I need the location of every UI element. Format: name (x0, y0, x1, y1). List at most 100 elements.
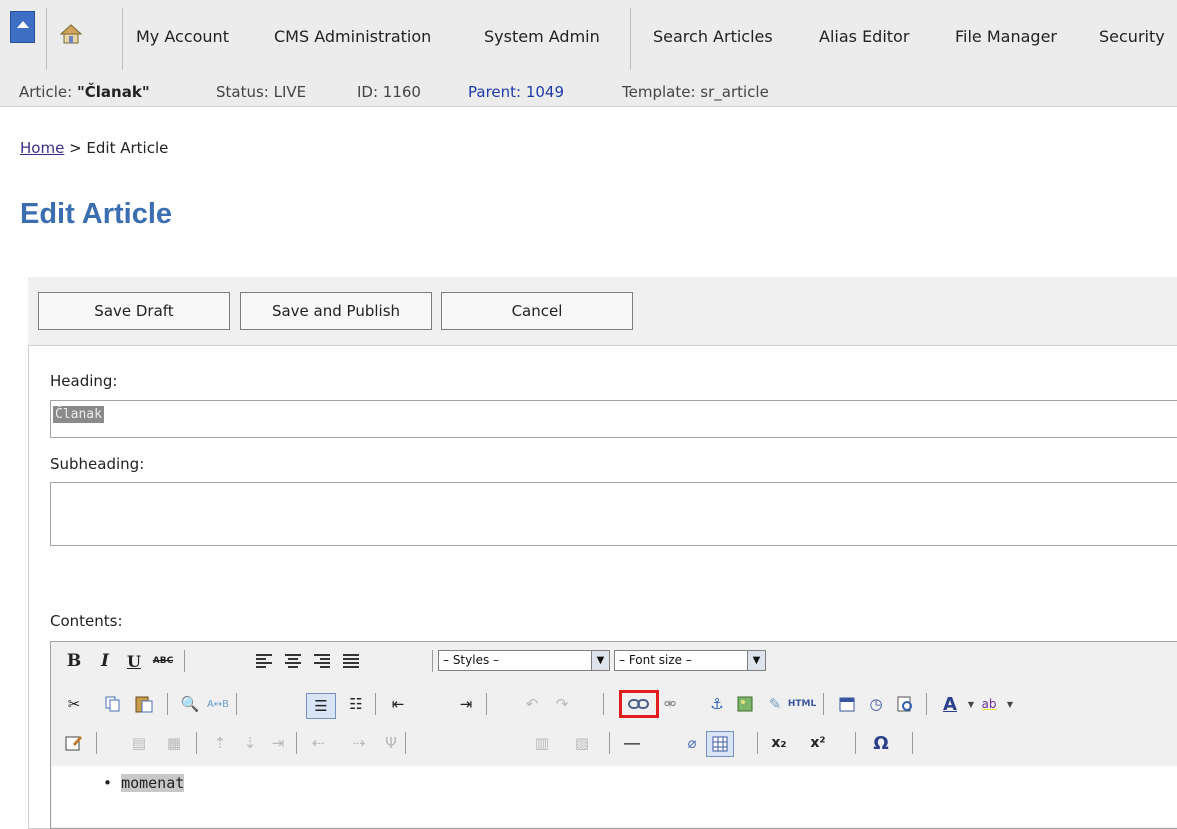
align-justify-icon[interactable] (341, 651, 361, 671)
toolbar-separator (96, 732, 97, 754)
toolbar-separator (296, 732, 297, 754)
col-before-icon[interactable]: ⇠ (308, 733, 328, 753)
styles-select-value: – Styles – (443, 653, 500, 667)
cleanup-icon[interactable]: ✎ (765, 694, 785, 714)
insert-date-icon[interactable] (837, 694, 857, 714)
breadcrumb: Home > Edit Article (20, 139, 168, 157)
insert-image-icon[interactable] (735, 694, 755, 714)
horizontal-rule-icon[interactable]: — (622, 733, 642, 754)
nav-security[interactable]: Security (1099, 27, 1165, 46)
align-center-icon[interactable] (283, 651, 303, 671)
insert-time-icon[interactable]: ◷ (866, 694, 886, 714)
edit-properties-icon[interactable] (64, 733, 84, 753)
split-cells-icon[interactable]: ▧ (572, 733, 592, 753)
cut-icon[interactable]: ✂ (64, 694, 84, 714)
toolbar-separator (375, 693, 376, 715)
nav-divider (630, 8, 631, 70)
outdent-icon[interactable]: ⇤ (388, 694, 408, 714)
anchor-icon[interactable]: ⚓ (707, 694, 727, 714)
numbered-list-icon[interactable]: ☷ (346, 694, 366, 714)
italic-icon[interactable]: I (95, 651, 115, 671)
parent-link[interactable]: Parent: 1049 (468, 83, 564, 101)
chevron-down-icon: ▼ (747, 651, 765, 670)
insert-row-icon[interactable]: ▤ (129, 733, 149, 753)
delete-row-icon[interactable]: ⇥ (268, 733, 288, 753)
collapse-toggle[interactable] (10, 11, 35, 43)
nav-search-articles[interactable]: Search Articles (653, 27, 773, 46)
toolbar-separator (609, 732, 610, 754)
undo-icon[interactable]: ↶ (522, 694, 542, 714)
font-size-select-value: – Font size – (619, 653, 692, 667)
unlink-icon[interactable]: ⚮ (660, 694, 680, 714)
subscript-icon[interactable]: x₂ (769, 733, 789, 753)
align-right-icon[interactable] (312, 651, 332, 671)
save-draft-button[interactable]: Save Draft (38, 292, 230, 330)
nav-file-manager[interactable]: File Manager (955, 27, 1057, 46)
strikethrough-icon[interactable]: ABC (153, 651, 173, 671)
nav-divider (46, 8, 47, 70)
bold-icon[interactable]: B (64, 651, 84, 671)
template-info: Template: sr_article (622, 83, 769, 101)
toolbar-separator (184, 650, 185, 672)
delete-col-icon[interactable]: Ψ (381, 733, 401, 753)
chevron-down-icon[interactable]: ▼ (1000, 694, 1020, 714)
bullet-list-icon[interactable]: ☰ (306, 693, 336, 719)
arrow-up-icon (17, 21, 29, 28)
remove-format-icon[interactable]: ⌀ (682, 733, 702, 753)
html-source-icon[interactable]: HTML (788, 694, 816, 714)
merge-cells-icon[interactable]: ▥ (532, 733, 552, 753)
breadcrumb-home-link[interactable]: Home (20, 139, 64, 157)
toolbar-separator (196, 732, 197, 754)
status-info: Status: LIVE (216, 83, 307, 101)
chevron-down-icon[interactable]: ▼ (961, 694, 981, 714)
visual-aid-icon[interactable] (706, 731, 734, 757)
toolbar-separator (855, 732, 856, 754)
find-icon[interactable]: 🔍 (180, 694, 200, 714)
article-info-bar (0, 76, 1177, 107)
toolbar-separator (432, 650, 433, 672)
align-left-icon[interactable] (254, 651, 274, 671)
cancel-button[interactable]: Cancel (441, 292, 633, 330)
toolbar-separator (823, 693, 824, 715)
col-after-icon[interactable]: ⇢ (349, 733, 369, 753)
nav-divider (122, 8, 123, 70)
subheading-input[interactable] (50, 482, 1177, 546)
save-and-publish-button[interactable]: Save and Publish (240, 292, 432, 330)
list-item-text: momenat (121, 774, 185, 792)
table-props-icon[interactable]: ▦ (164, 733, 184, 753)
row-before-icon[interactable]: ⇡ (210, 733, 230, 753)
toolbar-separator (167, 693, 168, 715)
preview-icon[interactable] (895, 694, 915, 714)
article-label: Article: (19, 83, 77, 101)
special-char-icon[interactable]: Ω (871, 733, 891, 754)
redo-icon[interactable]: ↷ (552, 694, 572, 714)
toolbar-separator (486, 693, 487, 715)
highlight-color-icon[interactable]: ab (979, 694, 999, 714)
nav-alias-editor[interactable]: Alias Editor (819, 27, 909, 46)
page-title: Edit Article (20, 198, 173, 230)
insert-link-icon[interactable] (619, 690, 659, 718)
nav-cms-administration[interactable]: CMS Administration (274, 27, 431, 46)
home-icon[interactable] (59, 24, 83, 44)
heading-input[interactable] (50, 400, 1177, 438)
list-item: • momenat (103, 774, 185, 792)
font-size-select[interactable]: – Font size – ▼ (614, 650, 766, 671)
heading-value: Članak (53, 406, 104, 423)
text-color-icon[interactable]: A (940, 694, 960, 715)
styles-select[interactable]: – Styles – ▼ (438, 650, 610, 671)
copy-icon[interactable] (103, 694, 123, 714)
paste-icon[interactable] (134, 694, 154, 714)
nav-my-account[interactable]: My Account (136, 27, 229, 46)
indent-icon[interactable]: ⇥ (456, 694, 476, 714)
replace-icon[interactable]: A↔B (207, 694, 229, 714)
article-name-info: Article: "Članak" (19, 83, 150, 101)
breadcrumb-current: Edit Article (86, 139, 169, 157)
underline-icon[interactable]: U (124, 651, 144, 671)
id-info: ID: 1160 (357, 83, 421, 101)
superscript-icon[interactable]: x² (808, 733, 828, 753)
row-after-icon[interactable]: ⇣ (240, 733, 260, 753)
heading-label: Heading: (50, 372, 118, 390)
nav-system-admin[interactable]: System Admin (484, 27, 600, 46)
editor-content-area[interactable] (52, 766, 1177, 827)
breadcrumb-separator: > (64, 139, 87, 157)
